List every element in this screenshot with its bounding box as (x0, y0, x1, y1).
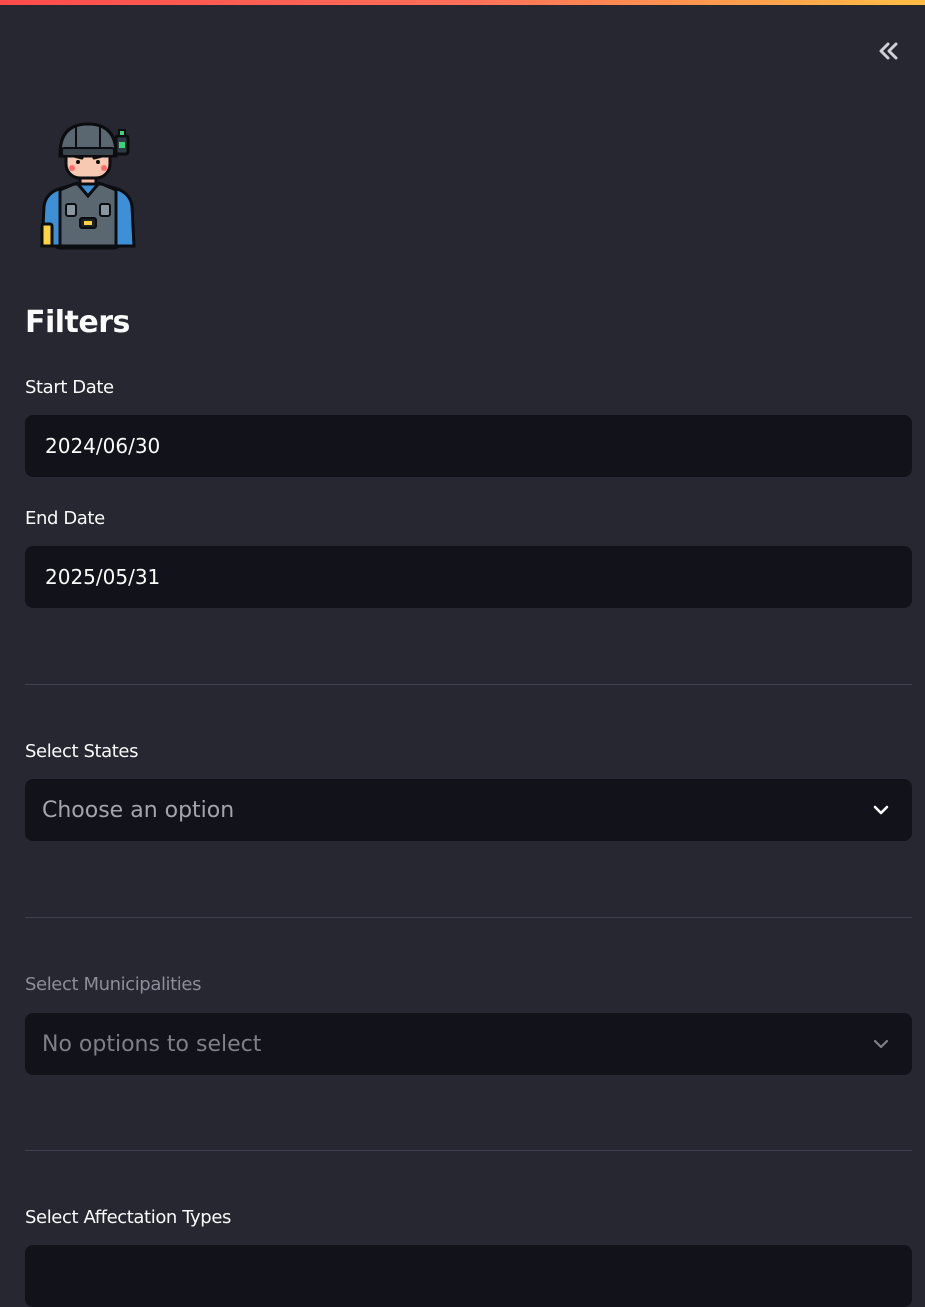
start-date-label: Start Date (25, 377, 114, 398)
double-chevron-left-icon (879, 42, 898, 60)
end-date-label: End Date (25, 508, 105, 529)
chevron-down-icon (873, 1039, 889, 1049)
municipalities-label: Select Municipalities (25, 974, 202, 995)
divider (25, 917, 912, 918)
start-date-input[interactable]: 2024/06/30 (25, 415, 912, 477)
affectation-types-label: Select Affectation Types (25, 1207, 231, 1228)
soldier-avatar-icon (40, 122, 136, 250)
states-select[interactable]: Choose an option (25, 779, 912, 841)
municipalities-select[interactable]: No options to select (25, 1013, 912, 1075)
collapse-sidebar-button[interactable] (873, 35, 905, 67)
end-date-input[interactable]: 2025/05/31 (25, 546, 912, 608)
divider (25, 684, 912, 685)
states-label: Select States (25, 741, 139, 762)
filters-heading: Filters (25, 305, 130, 340)
municipalities-placeholder: No options to select (42, 1031, 262, 1057)
divider (25, 1150, 912, 1151)
states-placeholder: Choose an option (42, 797, 235, 823)
affectation-types-select[interactable] (25, 1245, 912, 1307)
chevron-down-icon (873, 805, 889, 815)
filters-sidebar: Filters Start Date 2024/06/30 End Date 2… (0, 5, 925, 1307)
start-date-value: 2024/06/30 (45, 434, 161, 458)
end-date-value: 2025/05/31 (45, 565, 161, 589)
